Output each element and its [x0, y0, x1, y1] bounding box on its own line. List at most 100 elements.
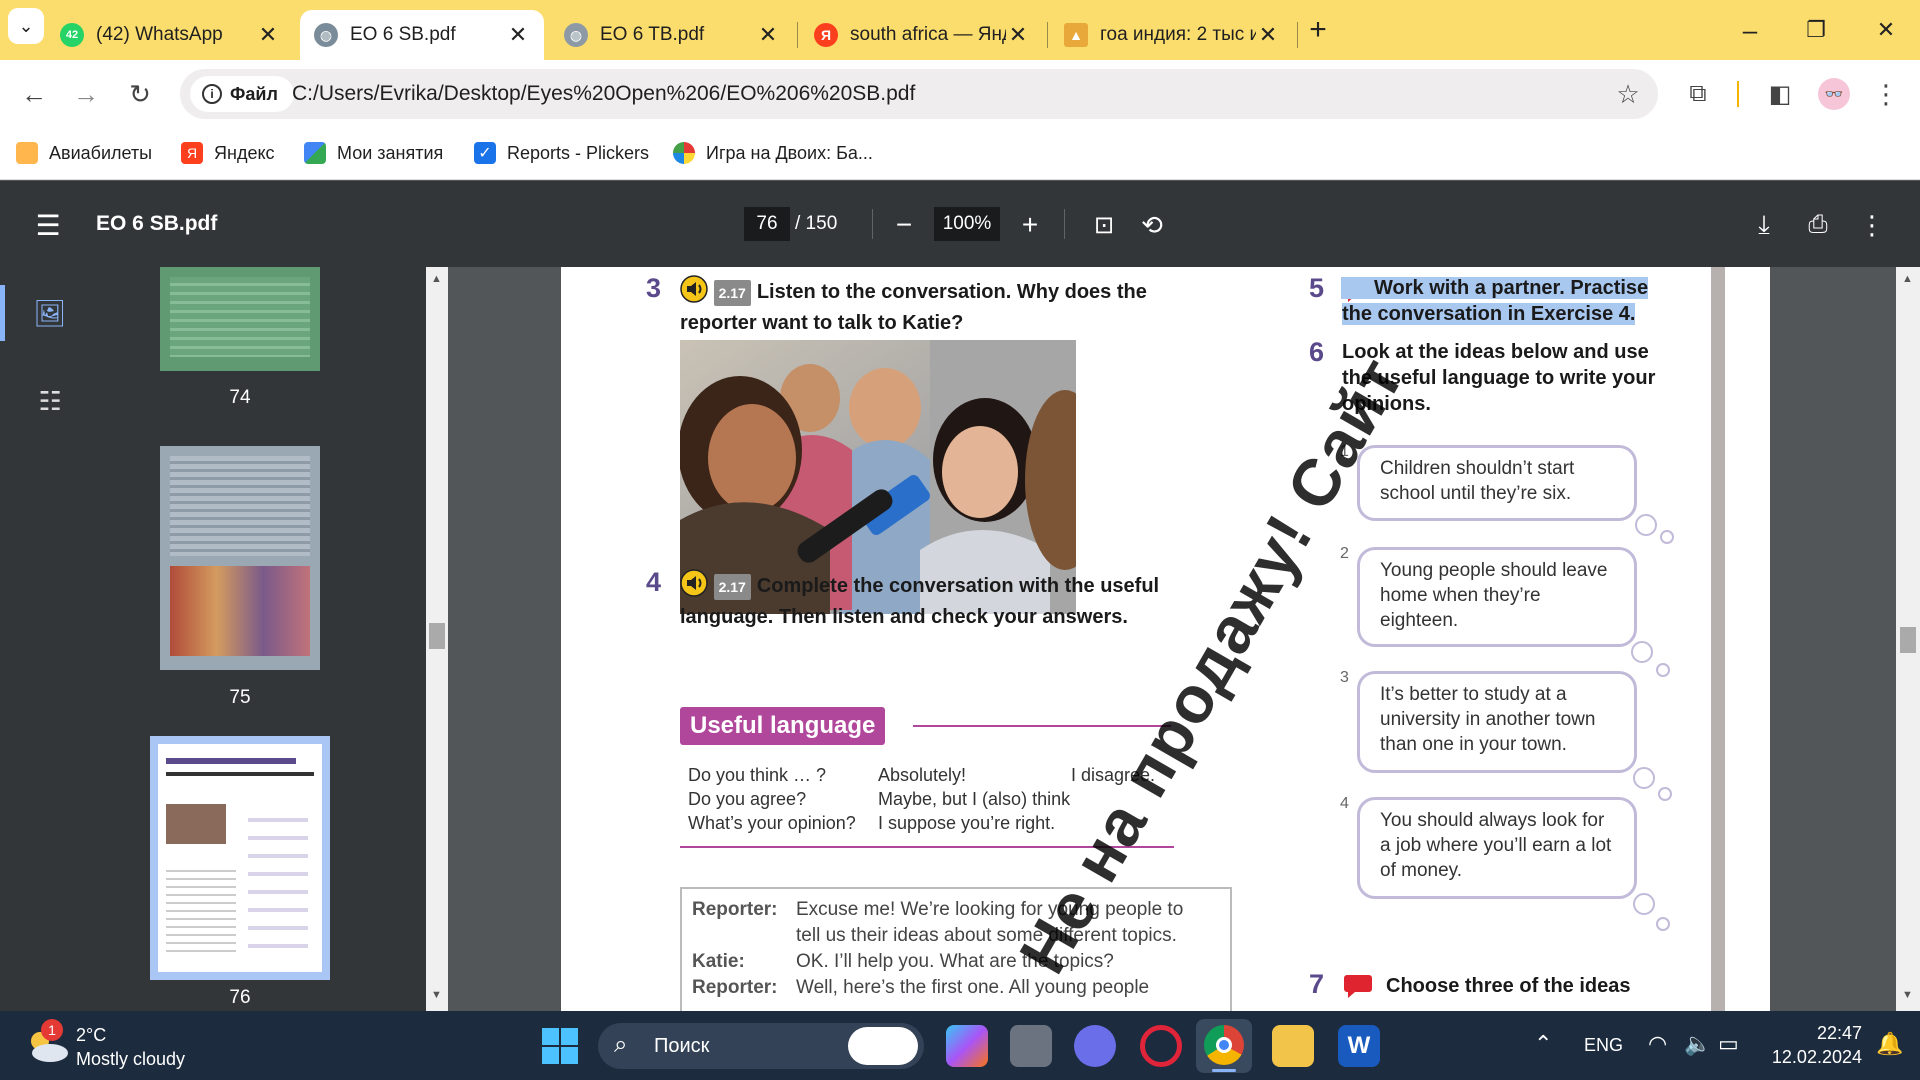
notifications-bell-icon[interactable]: 🔔 — [1876, 1031, 1903, 1057]
speech-bubble-icon — [1343, 973, 1373, 998]
volume-icon[interactable]: 🔈 — [1684, 1031, 1711, 1057]
side-panel-icon[interactable]: ◧ — [1758, 74, 1802, 114]
bookmark-igra[interactable]: Игра на Двоих: Ба... — [673, 138, 873, 168]
phrase: Do you think … ? — [688, 765, 827, 785]
zoom-input[interactable]: 100% — [934, 207, 1000, 241]
url-text: C:/Users/Evrika/Desktop/Eyes%20Open%206/… — [292, 82, 916, 105]
search-icon: ⌕ — [614, 1031, 628, 1058]
info-icon: i — [202, 84, 222, 104]
word-icon[interactable]: W — [1338, 1025, 1380, 1067]
bookmark-yandex[interactable]: Я Яндекс — [181, 138, 275, 168]
zoom-in-button[interactable]: + — [1010, 205, 1050, 245]
reload-button[interactable]: ↻ — [120, 74, 160, 114]
idea-number: 3 — [1340, 669, 1349, 686]
bookmark-label: Reports - Plickers — [507, 142, 650, 163]
tab-close-icon[interactable]: ✕ — [1256, 22, 1280, 48]
exercise-3-line2: reporter want to talk to Katie? — [680, 312, 964, 334]
dialogue-line: tell us their ideas about some different… — [796, 925, 1177, 946]
battery-icon[interactable]: ▭ — [1718, 1031, 1739, 1057]
idea-number: 4 — [1340, 795, 1349, 812]
weather-desc[interactable]: Mostly cloudy — [76, 1049, 185, 1070]
page-number-input[interactable]: 76 — [744, 207, 790, 241]
idea-bubble-4: You should always look for a job where y… — [1357, 797, 1637, 899]
idea-number: 2 — [1340, 545, 1349, 562]
extensions-icon[interactable]: ⧉ — [1676, 74, 1720, 114]
thumbnail-page-76[interactable] — [150, 736, 330, 980]
teams-icon[interactable] — [1074, 1025, 1116, 1067]
windows-taskbar: 1 2°C Mostly cloudy ⌕ Поиск W ⌃ ENG ◠ 🔈 … — [0, 1011, 1920, 1080]
tab-eo6-sb[interactable]: ◍ EO 6 SB.pdf ✕ — [300, 10, 544, 60]
tab-search-button[interactable]: ⌄ — [8, 8, 44, 44]
copilot-icon[interactable] — [946, 1025, 988, 1067]
speaker: Katie: — [692, 951, 745, 972]
exercise-4-line1: Complete the conversation with the usefu… — [756, 574, 1160, 597]
new-tab-button[interactable]: + — [1298, 10, 1338, 50]
task-view-icon[interactable] — [1010, 1025, 1052, 1067]
yandex-icon: Я — [181, 142, 203, 164]
file-explorer-icon[interactable] — [1272, 1025, 1314, 1067]
print-icon[interactable]: ⎙ — [1798, 205, 1838, 245]
thumbnails-scrollbar[interactable]: ▲ ▼ — [426, 267, 448, 1011]
phrase: What’s your opinion? — [688, 813, 856, 833]
menu-kebab-icon[interactable]: ⋮ — [1866, 74, 1906, 114]
chip-label: Файл — [230, 83, 278, 104]
forward-button[interactable]: → — [66, 74, 106, 114]
download-icon[interactable]: ⤓ — [1744, 205, 1784, 245]
phrase: Absolutely! — [878, 765, 967, 785]
weather-temp[interactable]: 2°C — [76, 1025, 106, 1046]
thumbnails-icon[interactable]: 🖼 — [28, 291, 72, 335]
restore-button[interactable]: ❐ — [1786, 8, 1846, 52]
audio-icon[interactable] — [680, 569, 708, 604]
thumbnail-page-74[interactable] — [160, 267, 320, 371]
tab-close-icon[interactable]: ✕ — [756, 22, 780, 48]
clock-date[interactable]: 12.02.2024 — [1762, 1047, 1862, 1068]
thumbnail-label: 74 — [229, 387, 251, 408]
profile-avatar[interactable]: 👓 — [1812, 74, 1856, 114]
address-bar[interactable]: i Файл C:/Users/Evrika/Desktop/Eyes%20Op… — [180, 69, 1658, 119]
exercise-3-number: 3 — [646, 273, 662, 303]
whatsapp-icon: 42 — [60, 23, 84, 47]
dialogue-line: Excuse me! We’re looking for young peopl… — [796, 899, 1184, 920]
minimize-button[interactable]: – — [1720, 8, 1780, 52]
tab-close-icon[interactable]: ✕ — [256, 22, 280, 48]
tab-close-icon[interactable]: ✕ — [1006, 22, 1030, 48]
bookmark-moi-zanyatiya[interactable]: Мои занятия — [304, 138, 443, 168]
tab-whatsapp[interactable]: 42 (42) WhatsApp ✕ — [46, 10, 294, 60]
fit-page-icon[interactable]: ⊡ — [1084, 205, 1124, 245]
input-language[interactable]: ENG — [1584, 1035, 1623, 1056]
tab-eo6-tb[interactable]: ◍ EO 6 TB.pdf ✕ — [550, 10, 794, 60]
close-window-button[interactable]: ✕ — [1856, 8, 1916, 52]
exercise-4-line2: language. Then listen and check your ans… — [680, 606, 1128, 628]
clock-time[interactable]: 22:47 — [1762, 1023, 1862, 1044]
bookmark-plickers[interactable]: ✓ Reports - Plickers — [474, 138, 649, 168]
opera-icon[interactable] — [1140, 1025, 1182, 1067]
site-info-chip[interactable]: i Файл — [190, 76, 294, 112]
tab-close-icon[interactable]: ✕ — [506, 22, 530, 48]
audio-track-code: 2.17 — [713, 573, 751, 600]
chrome-taskbar-button[interactable] — [1196, 1019, 1252, 1073]
tab-title: south africa — Яндекс: н — [850, 24, 1006, 45]
pdf-toolbar: ☰ EO 6 SB.pdf 76 / 150 − 100% + ⊡ ⟲ ⤓ ⎙ … — [0, 181, 1920, 267]
dialogue-box: Reporter: Excuse me! We’re looking for yo… — [680, 887, 1232, 1011]
bookmark-aviabilety[interactable]: Авиабилеты — [16, 138, 152, 168]
tab-yandex-search[interactable]: Я south africa — Яндекс: н ✕ — [800, 10, 1044, 60]
tray-expand-icon[interactable]: ⌃ — [1534, 1031, 1552, 1057]
wifi-icon[interactable]: ◠ — [1648, 1031, 1667, 1057]
main-scrollbar[interactable]: ▲ ▼ — [1896, 267, 1920, 1011]
bookmark-star-icon[interactable]: ☆ — [1608, 74, 1648, 114]
bookmark-label: Мои занятия — [337, 142, 444, 163]
zoom-out-button[interactable]: − — [884, 205, 924, 245]
thumbnail-page-75[interactable] — [160, 446, 320, 670]
page-gutter — [1770, 267, 1784, 1011]
phrase: Maybe, but I (also) think — [878, 789, 1071, 809]
more-actions-icon[interactable]: ⋮ — [1852, 205, 1892, 245]
exercise-4-number: 4 — [646, 567, 662, 597]
tab-yandex-images[interactable]: ▲ гоа индия: 2 тыс изобра ✕ — [1050, 10, 1294, 60]
outline-icon[interactable]: ☷ — [28, 379, 72, 423]
start-button[interactable] — [541, 1027, 579, 1065]
hamburger-menu-icon[interactable]: ☰ — [28, 205, 68, 245]
taskbar-search[interactable]: ⌕ Поиск — [598, 1023, 924, 1069]
back-button[interactable]: ← — [14, 74, 54, 114]
audio-icon[interactable] — [680, 275, 708, 310]
rotate-icon[interactable]: ⟲ — [1132, 205, 1172, 245]
